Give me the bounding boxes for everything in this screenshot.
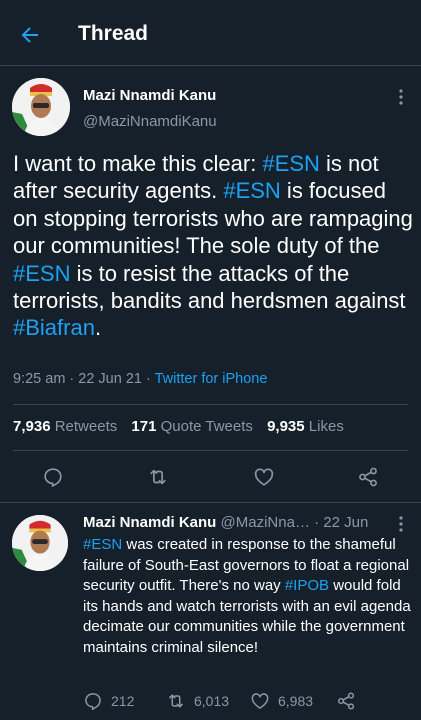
share-icon[interactable] (357, 466, 379, 488)
share-icon[interactable] (336, 691, 356, 711)
tweet-text-segment: is to resist the attacks of the terroris… (13, 260, 406, 314)
avatar[interactable] (12, 78, 70, 136)
more-icon[interactable] (392, 515, 410, 533)
like-label[interactable]: Likes (309, 418, 344, 435)
quote-count[interactable]: 171 (131, 418, 156, 435)
tweet-text-segment: . (94, 315, 102, 341)
tweet-meta: 9:25 am · 22 Jun 21 · Twitter for iPhone (13, 371, 267, 387)
tweet-source-link[interactable]: Twitter for iPhone (155, 371, 268, 387)
reply-like-action[interactable]: 6,983 (250, 690, 313, 712)
hashtag-link[interactable]: #ESN (83, 536, 122, 553)
hashtag-link[interactable]: #ESN (223, 178, 280, 203)
hashtag-link[interactable]: #Biafran (13, 315, 95, 340)
tweet-timestamp: 9:25 am · 22 Jun 21 · (13, 371, 155, 387)
divider (0, 502, 421, 503)
like-icon[interactable] (253, 466, 275, 488)
tweet-stats: 7,936 Retweets 171 Quote Tweets 9,935 Li… (13, 418, 344, 435)
author-handle[interactable]: @MaziNnamdiKanu (83, 113, 217, 130)
tweet-text-segment: I want to make this clear: (13, 151, 263, 176)
reply-handle-date[interactable]: @MaziNna… · 22 Jun (221, 514, 369, 531)
author-name[interactable]: Mazi Nnamdi Kanu (83, 87, 216, 104)
retweet-label[interactable]: Retweets (55, 418, 118, 435)
reply-tweet-text: #ESN was created in response to the sham… (83, 535, 413, 659)
reply-count: 212 (111, 693, 135, 709)
reply-icon[interactable] (83, 691, 103, 711)
retweet-icon[interactable] (166, 691, 186, 711)
back-arrow-icon[interactable] (18, 23, 42, 47)
reply-icon[interactable] (42, 466, 64, 488)
avatar[interactable] (12, 515, 68, 571)
retweet-count[interactable]: 7,936 (13, 418, 51, 435)
like-icon[interactable] (250, 691, 270, 711)
reply-author-line[interactable]: Mazi Nnamdi Kanu @MaziNna… · 22 Jun (83, 514, 368, 531)
tweet-text: I want to make this clear: #ESN is not a… (13, 150, 413, 342)
hashtag-link[interactable]: #IPOB (285, 577, 329, 594)
divider (13, 404, 408, 405)
reply-share-action[interactable] (336, 690, 364, 712)
like-count[interactable]: 9,935 (267, 418, 305, 435)
divider (13, 450, 408, 451)
hashtag-link[interactable]: #ESN (262, 151, 319, 176)
retweet-count: 6,013 (194, 693, 230, 709)
like-count: 6,983 (278, 693, 314, 709)
reply-reply-action[interactable]: 212 (83, 690, 134, 712)
header-bar: Thread (0, 0, 421, 66)
reply-retweet-action[interactable]: 6,013 (166, 690, 229, 712)
more-icon[interactable] (392, 88, 410, 106)
page-title: Thread (78, 22, 149, 45)
retweet-icon[interactable] (147, 466, 169, 488)
hashtag-link[interactable]: #ESN (13, 261, 70, 286)
quote-label[interactable]: Quote Tweets (161, 418, 253, 435)
reply-author-name[interactable]: Mazi Nnamdi Kanu (83, 514, 216, 531)
